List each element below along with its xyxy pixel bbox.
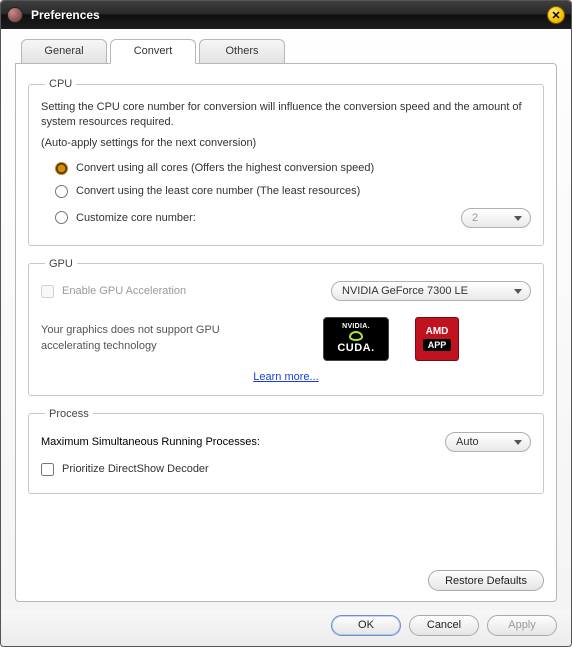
process-max-label: Maximum Simultaneous Running Processes: (41, 436, 260, 448)
preferences-window: Preferences ✕ General Convert Others CPU… (0, 0, 572, 647)
tab-convert[interactable]: Convert (110, 39, 196, 64)
tab-panel-convert: CPU Setting the CPU core number for conv… (15, 63, 557, 602)
gpu-enable[interactable]: Enable GPU Acceleration (41, 280, 186, 303)
gpu-logos: NVIDIA. CUDA. AMD APP (251, 317, 531, 361)
gpu-enable-checkbox[interactable] (41, 285, 54, 298)
gpu-unsupported-msg: Your graphics does not support GPU accel… (41, 323, 251, 354)
cpu-auto-note: (Auto-apply settings for the next conver… (41, 137, 531, 149)
gpu-device-value: NVIDIA GeForce 7300 LE (342, 285, 468, 297)
process-prioritize-label: Prioritize DirectShow Decoder (62, 463, 209, 475)
amd-app-logo-icon: AMD APP (415, 317, 459, 361)
restore-row: Restore Defaults (28, 570, 544, 591)
panel-spacer (28, 506, 544, 570)
amd-text: AMD (426, 326, 449, 337)
gpu-learn-more-row: Learn more... (41, 371, 531, 383)
group-cpu-legend: CPU (45, 78, 76, 90)
nvidia-cuda-logo-icon: NVIDIA. CUDA. (323, 317, 389, 361)
cpu-core-select[interactable]: 2 (461, 208, 531, 228)
window-body: General Convert Others CPU Setting the C… (1, 29, 571, 610)
group-process: Process Maximum Simultaneous Running Pro… (28, 408, 544, 494)
gpu-logos-row: Your graphics does not support GPU accel… (41, 317, 531, 361)
nvidia-text: NVIDIA. (342, 323, 370, 330)
close-icon[interactable]: ✕ (547, 6, 565, 24)
dialog-footer: OK Cancel Apply (1, 610, 571, 646)
tab-general[interactable]: General (21, 39, 107, 64)
cpu-option-custom-label: Customize core number: (76, 212, 196, 224)
process-max-row: Maximum Simultaneous Running Processes: … (41, 430, 531, 458)
group-cpu: CPU Setting the CPU core number for conv… (28, 78, 544, 246)
cpu-radio-least[interactable] (55, 185, 68, 198)
gpu-top-row: Enable GPU Acceleration NVIDIA GeForce 7… (41, 280, 531, 303)
amd-app-text: APP (423, 339, 452, 351)
cpu-option-least-label: Convert using the least core number (The… (76, 185, 360, 197)
tab-others[interactable]: Others (199, 39, 285, 64)
nvidia-cuda-text: CUDA. (337, 342, 374, 354)
process-prioritize-checkbox[interactable] (41, 463, 54, 476)
cpu-core-value: 2 (472, 212, 478, 224)
gpu-learn-more-link[interactable]: Learn more... (253, 371, 318, 383)
cpu-option-all[interactable]: Convert using all cores (Offers the high… (41, 157, 531, 180)
cpu-radio-custom[interactable] (55, 211, 68, 224)
group-process-legend: Process (45, 408, 93, 420)
nvidia-eye-icon (349, 331, 363, 341)
app-icon (7, 7, 23, 23)
cpu-option-least[interactable]: Convert using the least core number (The… (41, 180, 531, 203)
group-gpu: GPU Enable GPU Acceleration NVIDIA GeFor… (28, 258, 544, 396)
process-max-value: Auto (456, 436, 479, 448)
ok-button[interactable]: OK (331, 615, 401, 636)
gpu-device-select[interactable]: NVIDIA GeForce 7300 LE (331, 281, 531, 301)
titlebar: Preferences ✕ (1, 1, 571, 29)
group-gpu-legend: GPU (45, 258, 77, 270)
gpu-enable-label: Enable GPU Acceleration (62, 285, 186, 297)
process-max-select[interactable]: Auto (445, 432, 531, 452)
window-title: Preferences (31, 8, 547, 22)
cpu-option-custom[interactable]: Customize core number: (55, 211, 196, 224)
cpu-radio-all[interactable] (55, 162, 68, 175)
cpu-description: Setting the CPU core number for conversi… (41, 100, 531, 131)
process-prioritize[interactable]: Prioritize DirectShow Decoder (41, 458, 531, 481)
tab-bar: General Convert Others (15, 39, 557, 64)
restore-defaults-button[interactable]: Restore Defaults (428, 570, 544, 591)
cpu-option-all-label: Convert using all cores (Offers the high… (76, 162, 374, 174)
cpu-option-custom-row: Customize core number: 2 (41, 203, 531, 233)
cancel-button[interactable]: Cancel (409, 615, 479, 636)
apply-button[interactable]: Apply (487, 615, 557, 636)
